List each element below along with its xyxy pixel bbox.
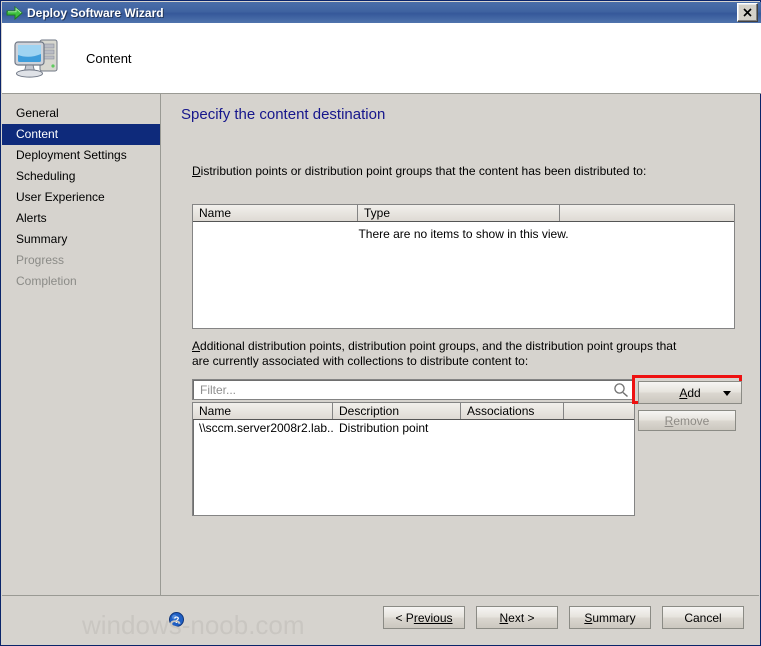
listview-body: There are no items to show in this view. [193, 222, 734, 328]
next-button[interactable]: Next > [476, 606, 558, 629]
search-input[interactable] [198, 380, 612, 399]
footer-buttons: < Previous Next > Summary Cancel [383, 606, 744, 629]
listview-body: \\sccm.server2008r2.lab... Distribution … [193, 420, 634, 436]
next-label-rest: ext > [508, 610, 535, 625]
listview-header: Name Type [193, 205, 734, 222]
sidebar-item-deployment-settings[interactable]: Deployment Settings [2, 145, 160, 166]
distributed-label-text: istribution points or distribution point… [200, 164, 647, 178]
additional-content-panel: Name Description Associations \\sccm.ser… [192, 379, 635, 516]
add-button-highlight: Add [632, 375, 742, 404]
header-title: Content [86, 50, 132, 66]
sidebar-item-alerts[interactable]: Alerts [2, 208, 160, 229]
remove-label-rest: emove [673, 413, 710, 428]
sidebar-item-scheduling[interactable]: Scheduling [2, 166, 160, 187]
summary-label-rest: ummary [592, 610, 636, 625]
remove-button: Remove [638, 410, 736, 431]
additional-label-text: dditional distribution points, distribut… [192, 339, 677, 368]
cell-description: Distribution point [339, 421, 429, 435]
column-header-associations[interactable]: Associations [461, 403, 564, 419]
page-title: Specify the content destination [181, 106, 386, 123]
sidebar-item-label: Alerts [16, 211, 47, 225]
column-header-name[interactable]: Name [193, 403, 333, 419]
cancel-button[interactable]: Cancel [662, 606, 744, 629]
column-header-type[interactable]: Type [358, 205, 560, 221]
remove-accesskey: R [664, 413, 674, 428]
sidebar-item-label: Progress [16, 253, 65, 267]
distributed-content-listview[interactable]: Name Type There are no items to show in … [192, 204, 735, 329]
table-row[interactable]: \\sccm.server2008r2.lab... Distribution … [193, 420, 634, 436]
column-header-description[interactable]: Description [333, 403, 461, 419]
wizard-steps-sidebar: General Content Deployment Settings Sche… [2, 94, 161, 644]
sidebar-item-label: General [16, 106, 59, 120]
add-button-label: Add [679, 386, 700, 400]
distributed-label-accesskey: D [192, 164, 201, 178]
sidebar-item-label: Completion [16, 274, 77, 288]
cell-name: \\sccm.server2008r2.lab... [199, 421, 333, 435]
cell-associations [461, 420, 564, 436]
wizard-footer: ? windows-noob.com < Previous Next > Sum… [2, 595, 759, 644]
filter-bar[interactable] [192, 379, 635, 400]
sidebar-item-summary[interactable]: Summary [2, 229, 160, 250]
cancel-button-label: Cancel [684, 610, 722, 625]
close-icon [743, 8, 752, 17]
sidebar-item-completion: Completion [2, 271, 160, 292]
next-accesskey: N [499, 610, 509, 625]
additional-distribution-label: Additional distribution points, distribu… [192, 339, 692, 369]
remove-button-label: Remove [665, 414, 710, 428]
summary-button[interactable]: Summary [569, 606, 651, 629]
content-pane: Specify the content destination Distribu… [168, 94, 759, 644]
close-button[interactable] [737, 3, 758, 22]
search-icon[interactable] [612, 382, 630, 398]
add-button[interactable]: Add [638, 381, 742, 404]
green-arrow-icon [6, 5, 24, 20]
window-title: Deploy Software Wizard [27, 5, 164, 20]
listview-header: Name Description Associations [193, 403, 634, 420]
additional-label-accesskey: A [192, 339, 201, 353]
sidebar-item-progress: Progress [2, 250, 160, 271]
chevron-down-icon[interactable] [723, 390, 731, 396]
summary-button-label: Summary [584, 611, 635, 625]
previous-label-prefix: < P [395, 610, 414, 625]
next-button-label: Next > [499, 611, 534, 625]
sidebar-item-content[interactable]: Content [2, 124, 160, 145]
watermark: windows-noob.com [82, 610, 305, 640]
sidebar-item-label: Content [16, 127, 59, 141]
previous-label-rest: revious [413, 610, 453, 625]
title-bar: Deploy Software Wizard [2, 2, 761, 23]
sidebar-item-label: User Experience [16, 190, 105, 204]
distributed-to-label: Distribution points or distribution poin… [192, 164, 646, 178]
deploy-software-wizard-window: Deploy Software Wizard Content General C… [0, 0, 761, 646]
wizard-header: Content [2, 23, 761, 94]
sidebar-item-label: Scheduling [16, 169, 76, 183]
computer-icon [12, 34, 66, 82]
previous-button[interactable]: < Previous [383, 606, 465, 629]
sidebar-item-label: Deployment Settings [16, 148, 127, 162]
empty-state-message: There are no items to show in this view. [358, 227, 569, 241]
add-label-rest: dd [687, 385, 701, 400]
column-header-blank[interactable] [560, 205, 734, 221]
column-header-name[interactable]: Name [193, 205, 358, 221]
sidebar-item-user-experience[interactable]: User Experience [2, 187, 160, 208]
sidebar-item-general[interactable]: General [2, 103, 160, 124]
additional-content-listview[interactable]: Name Description Associations \\sccm.ser… [192, 402, 635, 516]
column-header-blank[interactable] [564, 403, 634, 419]
sidebar-item-label: Summary [16, 232, 68, 246]
previous-button-label: < Previous [395, 611, 452, 625]
